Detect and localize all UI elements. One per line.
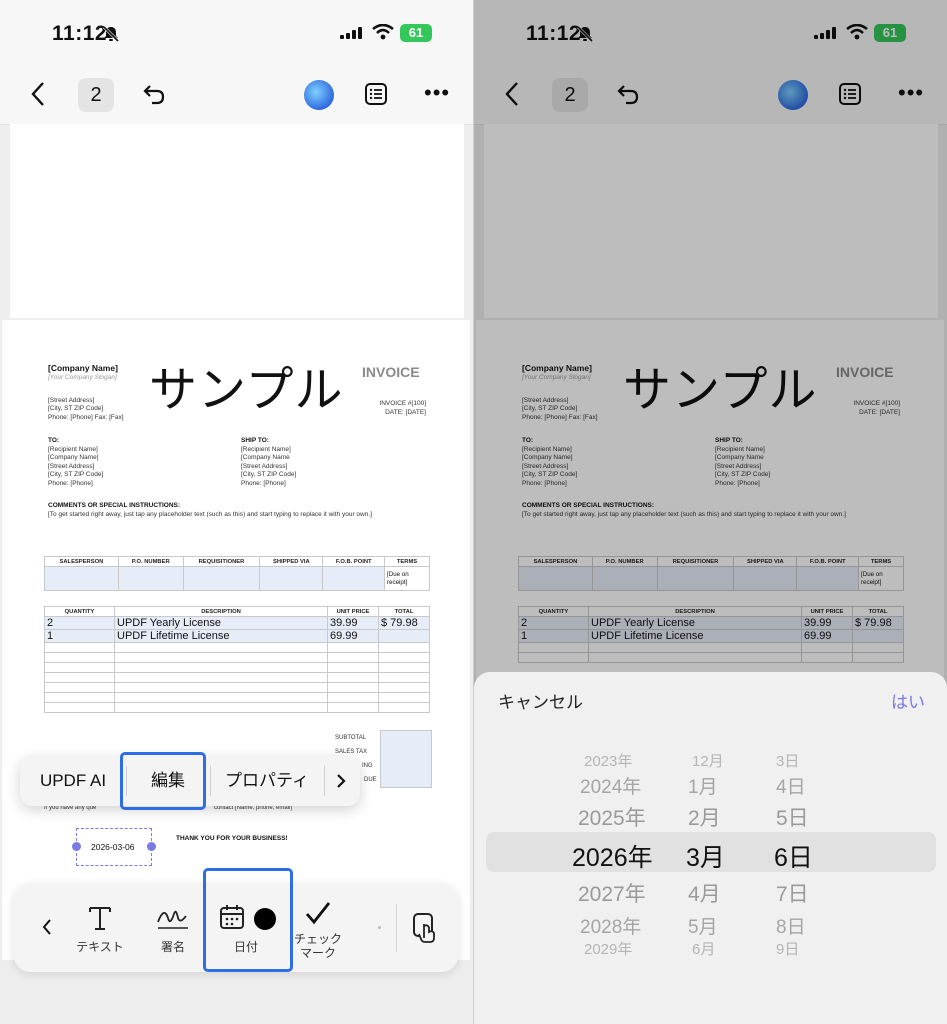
date-field[interactable]: 2026-03-06 xyxy=(72,828,156,866)
invoice-date[interactable]: DATE: [DATE] xyxy=(374,409,426,417)
table-row[interactable] xyxy=(44,642,430,653)
month-option[interactable]: 4月 xyxy=(688,878,721,908)
highlight-date-box xyxy=(203,868,293,972)
year-option[interactable]: 2027年 xyxy=(578,878,646,908)
totals-box[interactable] xyxy=(380,730,432,788)
to-label: TO: xyxy=(48,437,60,444)
year-option[interactable]: 2028年 xyxy=(580,912,641,939)
back-chevron-icon[interactable] xyxy=(28,80,48,108)
invoice-number[interactable]: INVOICE #[100] xyxy=(374,400,426,408)
year-option-selected[interactable]: 2026年 xyxy=(572,838,653,874)
table-row[interactable] xyxy=(44,702,430,713)
year-option[interactable]: 2023年 xyxy=(584,750,632,771)
tool-checkmark[interactable]: チェック マーク xyxy=(290,900,346,964)
signature-icon xyxy=(157,910,188,929)
table-row[interactable]: 2 UPDF Yearly License 39.99 $ 79.98 xyxy=(44,616,430,630)
tool-signature[interactable]: 署名 xyxy=(148,904,198,964)
day-option[interactable]: 7日 xyxy=(776,878,809,908)
to-address[interactable]: [Recipient Name] [Company Name] [Street … xyxy=(48,446,103,488)
invoice-page: [Company Name] [Your Company Slogan] サンプ… xyxy=(2,320,470,960)
menu-item-updf-ai[interactable]: UPDF AI xyxy=(20,756,126,806)
comments-label: COMMENTS OR SPECIAL INSTRUCTIONS: xyxy=(48,502,181,509)
status-bar: 11:12 61 xyxy=(0,0,473,64)
select-tap-icon[interactable] xyxy=(412,912,440,944)
updf-ai-icon[interactable] xyxy=(304,80,334,110)
company-name[interactable]: [Company Name] xyxy=(48,363,118,373)
checkmark-icon xyxy=(305,902,331,925)
day-option[interactable]: 9日 xyxy=(776,938,799,959)
previous-page xyxy=(10,124,464,318)
company-slogan[interactable]: [Your Company Slogan] xyxy=(48,374,117,381)
outline-list-icon[interactable] xyxy=(364,82,388,106)
left-screen: 11:12 61 2 ••• [Company Name] [Your Comp… xyxy=(0,0,473,1024)
ship-to-label: SHIP TO: xyxy=(241,437,269,444)
month-option-selected[interactable]: 3月 xyxy=(686,838,725,874)
undo-icon[interactable] xyxy=(142,83,166,105)
battery-indicator: 61 xyxy=(400,24,432,42)
resize-handle-left[interactable] xyxy=(72,842,81,851)
date-picker-wheels[interactable]: 2023年 2024年 2025年 2026年 2027年 2028年 2029… xyxy=(474,742,947,958)
table-row[interactable] xyxy=(44,662,430,673)
subtotal-label: SUBTOTAL xyxy=(335,735,367,741)
month-option[interactable]: 12月 xyxy=(692,750,724,771)
chevron-right-icon[interactable] xyxy=(334,773,348,789)
table-row[interactable] xyxy=(44,652,430,663)
more-options-icon[interactable]: ••• xyxy=(424,80,450,106)
shipping-label: ING xyxy=(362,763,373,769)
page-number-button[interactable]: 2 xyxy=(78,78,114,112)
month-option[interactable]: 6月 xyxy=(692,938,715,959)
table-row[interactable] xyxy=(44,672,430,683)
date-picker-sheet: キャンセル はい 2023年 2024年 2025年 2026年 2027年 2… xyxy=(474,672,947,1024)
picker-cancel-button[interactable]: キャンセル xyxy=(498,688,583,713)
sales-table: SALESPERSON P.O. NUMBER REQUISITIONER SH… xyxy=(44,556,430,591)
resize-handle-right[interactable] xyxy=(147,842,156,851)
wifi-icon xyxy=(372,24,394,40)
items-table: QUANTITY DESCRIPTION UNIT PRICE TOTAL 2 … xyxy=(44,606,430,713)
menu-item-properties[interactable]: プロパティ xyxy=(210,756,324,806)
table-row[interactable] xyxy=(44,682,430,693)
comments-text[interactable]: [To get started right away, just tap any… xyxy=(48,511,372,519)
day-option-selected[interactable]: 6日 xyxy=(774,838,813,874)
thank-you-text: THANK YOU FOR YOUR BUSINESS! xyxy=(176,835,288,842)
ship-to-address[interactable]: [Recipient Name] [Company Name [Street A… xyxy=(241,446,296,488)
year-option[interactable]: 2029年 xyxy=(584,938,632,959)
total-due-label: DUE xyxy=(364,777,377,783)
month-option[interactable]: 2月 xyxy=(688,802,721,832)
terms-value[interactable]: [Due on receipt] xyxy=(384,566,430,591)
table-row[interactable]: 1 UPDF Lifetime License 69.99 xyxy=(44,629,430,643)
month-option[interactable]: 1月 xyxy=(688,772,718,799)
year-option[interactable]: 2024年 xyxy=(580,772,641,799)
table-row[interactable] xyxy=(44,692,430,703)
chevron-left-icon[interactable] xyxy=(40,918,54,936)
company-address[interactable]: [Street Address] [City, ST ZIP Code] Pho… xyxy=(48,397,124,422)
status-time: 11:12 xyxy=(52,22,108,45)
invoice-title: INVOICE xyxy=(362,364,420,380)
text-tool-icon xyxy=(89,907,111,930)
picker-ok-button[interactable]: はい xyxy=(891,688,925,713)
right-screen: 11:12 61 2 ••• [Company Name] [Your Comp… xyxy=(474,0,947,1024)
year-option[interactable]: 2025年 xyxy=(578,802,646,832)
sample-text[interactable]: サンプル xyxy=(149,350,344,420)
tool-text[interactable]: テキスト xyxy=(72,904,128,964)
day-option[interactable]: 8日 xyxy=(776,912,806,939)
date-field-value: 2026-03-06 xyxy=(91,842,135,852)
bell-muted-icon xyxy=(102,25,120,43)
cellular-signal-icon xyxy=(340,27,362,39)
highlight-edit-box xyxy=(120,752,206,810)
month-option[interactable]: 5月 xyxy=(688,912,718,939)
day-option[interactable]: 4日 xyxy=(776,772,806,799)
day-option[interactable]: 3日 xyxy=(776,750,799,771)
day-option[interactable]: 5日 xyxy=(776,802,809,832)
more-dot xyxy=(378,926,381,929)
top-toolbar: 2 ••• xyxy=(0,64,473,125)
